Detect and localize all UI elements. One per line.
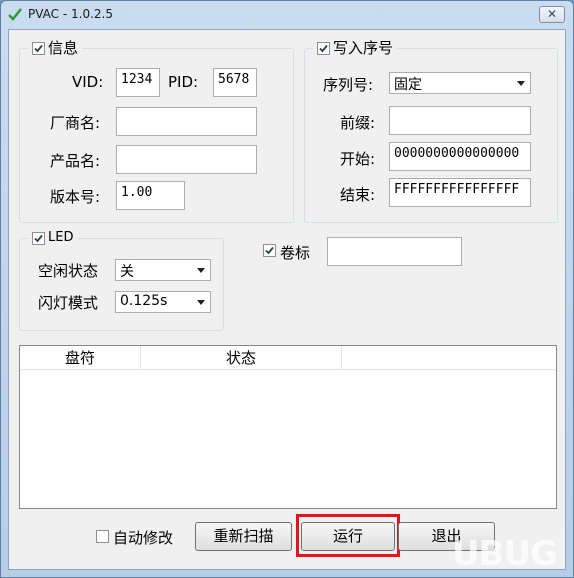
checkmark-icon xyxy=(265,246,274,255)
list-header: 盘符 状态 xyxy=(20,346,556,370)
info-checkbox[interactable] xyxy=(32,41,45,55)
column-header-drive[interactable]: 盘符 xyxy=(20,346,141,370)
product-label: 产品名: xyxy=(50,152,101,170)
chevron-down-icon xyxy=(197,268,205,273)
version-label: 版本号: xyxy=(50,188,101,206)
end-field[interactable]: FFFFFFFFFFFFFFFF xyxy=(389,178,531,207)
idle-state-select[interactable]: 关 xyxy=(115,259,211,281)
info-legend-label: 信息 xyxy=(48,39,79,57)
idle-state-label: 空闲状态 xyxy=(38,262,99,280)
end-label: 结束: xyxy=(340,186,376,204)
prefix-field[interactable] xyxy=(389,106,531,135)
dialog-body: 信息 VID: 1234 PID: 5678 厂商名: 产品名: 版本号: 1.… xyxy=(8,29,566,570)
close-icon: ✕ xyxy=(546,7,558,21)
serial-legend-label: 写入序号 xyxy=(333,39,394,57)
rescan-button[interactable]: 重新扫描 xyxy=(195,522,292,551)
vendor-label: 厂商名: xyxy=(50,114,101,132)
window-title: PVAC - 1.0.2.5 xyxy=(28,7,113,21)
led-group: LED 空闲状态 关 闪灯模式 0.125s xyxy=(19,229,224,331)
start-label: 开始: xyxy=(340,150,376,168)
led-checkbox[interactable] xyxy=(32,231,45,245)
blink-mode-value: 0.125s xyxy=(120,293,168,309)
volume-checkbox[interactable] xyxy=(263,244,276,257)
serial-group: 写入序号 序列号: 固定 前缀: 开始: 0000000000000000 结束… xyxy=(304,39,558,223)
led-legend-label: LED xyxy=(48,230,74,245)
vid-field[interactable]: 1234 xyxy=(116,68,160,97)
blink-mode-select[interactable]: 0.125s xyxy=(115,291,211,313)
auto-fix-label: 自动修改 xyxy=(113,529,174,547)
close-button[interactable]: ✕ xyxy=(539,6,565,23)
blink-mode-label: 闪灯模式 xyxy=(38,294,99,312)
column-header-status[interactable]: 状态 xyxy=(141,346,342,370)
prefix-label: 前缀: xyxy=(340,114,376,132)
info-legend[interactable]: 信息 xyxy=(28,39,83,57)
serial-checkbox[interactable] xyxy=(317,41,330,55)
run-button-highlight xyxy=(296,514,400,557)
title-bar[interactable]: PVAC - 1.0.2.5 ✕ xyxy=(1,1,573,29)
chevron-down-icon xyxy=(197,300,205,305)
idle-state-value: 关 xyxy=(120,264,134,280)
watermark: UBUG xyxy=(451,534,558,574)
app-window: PVAC - 1.0.2.5 ✕ 信息 VID: 1234 PID: 5678 … xyxy=(0,0,574,578)
volume-field[interactable] xyxy=(327,237,462,266)
serial-type-label: 序列号: xyxy=(323,76,374,94)
checkmark-icon xyxy=(34,44,43,52)
start-field[interactable]: 0000000000000000 xyxy=(389,142,531,171)
product-field[interactable] xyxy=(116,145,257,174)
checkmark-icon xyxy=(34,234,43,242)
serial-legend[interactable]: 写入序号 xyxy=(313,39,398,57)
app-icon xyxy=(8,8,22,21)
auto-fix-checkbox[interactable] xyxy=(96,530,109,543)
info-group: 信息 VID: 1234 PID: 5678 厂商名: 产品名: 版本号: 1.… xyxy=(19,39,294,223)
vid-label: VID: xyxy=(72,73,104,91)
volume-label: 卷标 xyxy=(280,244,311,262)
pid-label: PID: xyxy=(168,73,199,91)
version-field[interactable]: 1.00 xyxy=(116,181,185,210)
serial-type-select[interactable]: 固定 xyxy=(389,72,531,94)
checkmark-icon xyxy=(319,44,328,52)
vendor-field[interactable] xyxy=(116,107,257,136)
pid-field[interactable]: 5678 xyxy=(213,68,257,97)
drive-list[interactable]: 盘符 状态 xyxy=(19,345,557,509)
led-legend[interactable]: LED xyxy=(28,229,78,247)
serial-type-value: 固定 xyxy=(394,77,422,93)
chevron-down-icon xyxy=(517,81,525,86)
